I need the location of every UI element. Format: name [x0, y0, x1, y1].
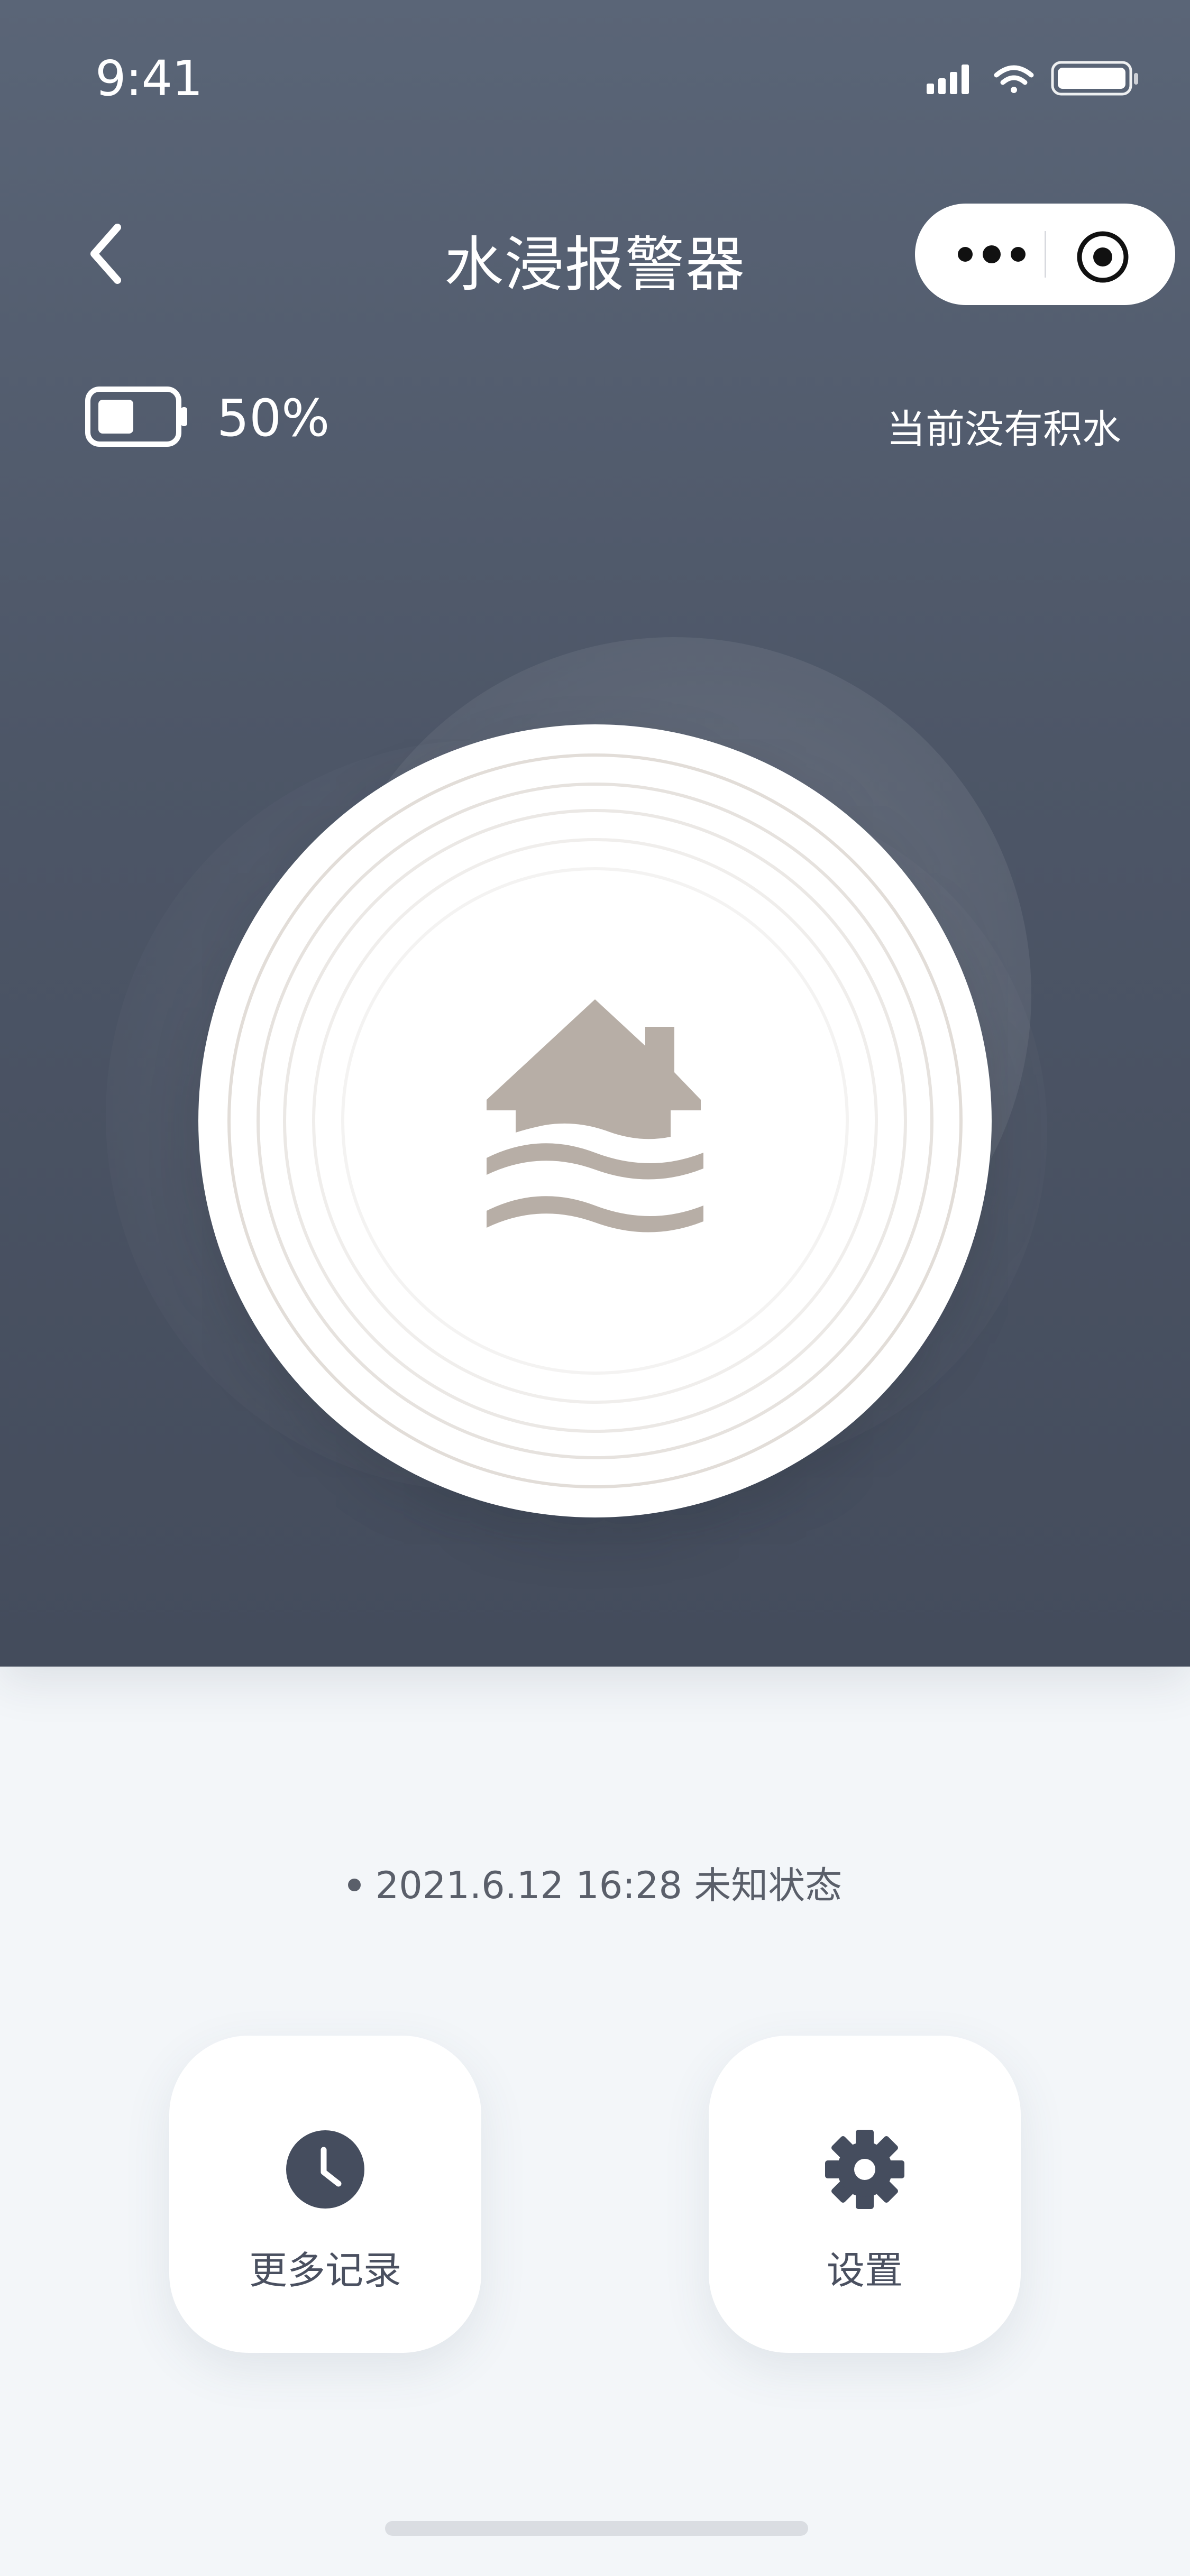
record-timestamp: 2021.6.12 16:28: [375, 1864, 682, 1907]
mini-program-capsule: [915, 204, 1175, 305]
signal-icon: [927, 65, 969, 94]
status-time: 9:41: [95, 50, 203, 107]
more-icon[interactable]: [952, 235, 1031, 273]
settings-button[interactable]: 设置: [709, 2036, 1021, 2353]
wifi-icon: [994, 65, 1034, 93]
battery-icon: [85, 387, 187, 447]
capsule-divider: [1045, 231, 1046, 278]
battery-status-icon: [1051, 61, 1138, 96]
status-icons: [927, 61, 1138, 96]
last-record-line: 2021.6.12 16:28 未知状态: [0, 1856, 1190, 1909]
more-records-button[interactable]: 更多记录: [169, 2036, 481, 2353]
settings-label: 设置: [826, 2248, 903, 2293]
bullet-dot: [347, 1878, 361, 1891]
battery-percent: 50%: [217, 389, 330, 448]
close-target-icon[interactable]: [1074, 228, 1132, 286]
record-state: 未知状态: [694, 1864, 843, 1907]
flooded-house-icon: [487, 999, 703, 1232]
more-records-label: 更多记录: [249, 2248, 401, 2293]
home-indicator[interactable]: [385, 2521, 808, 2536]
gear-icon: [825, 2130, 904, 2209]
clock-icon: [286, 2130, 364, 2209]
water-status-text: 当前没有积水: [886, 407, 1121, 452]
device-hero-panel: 9:41 水浸报警器 50% 当前没有积水: [0, 0, 1190, 1667]
